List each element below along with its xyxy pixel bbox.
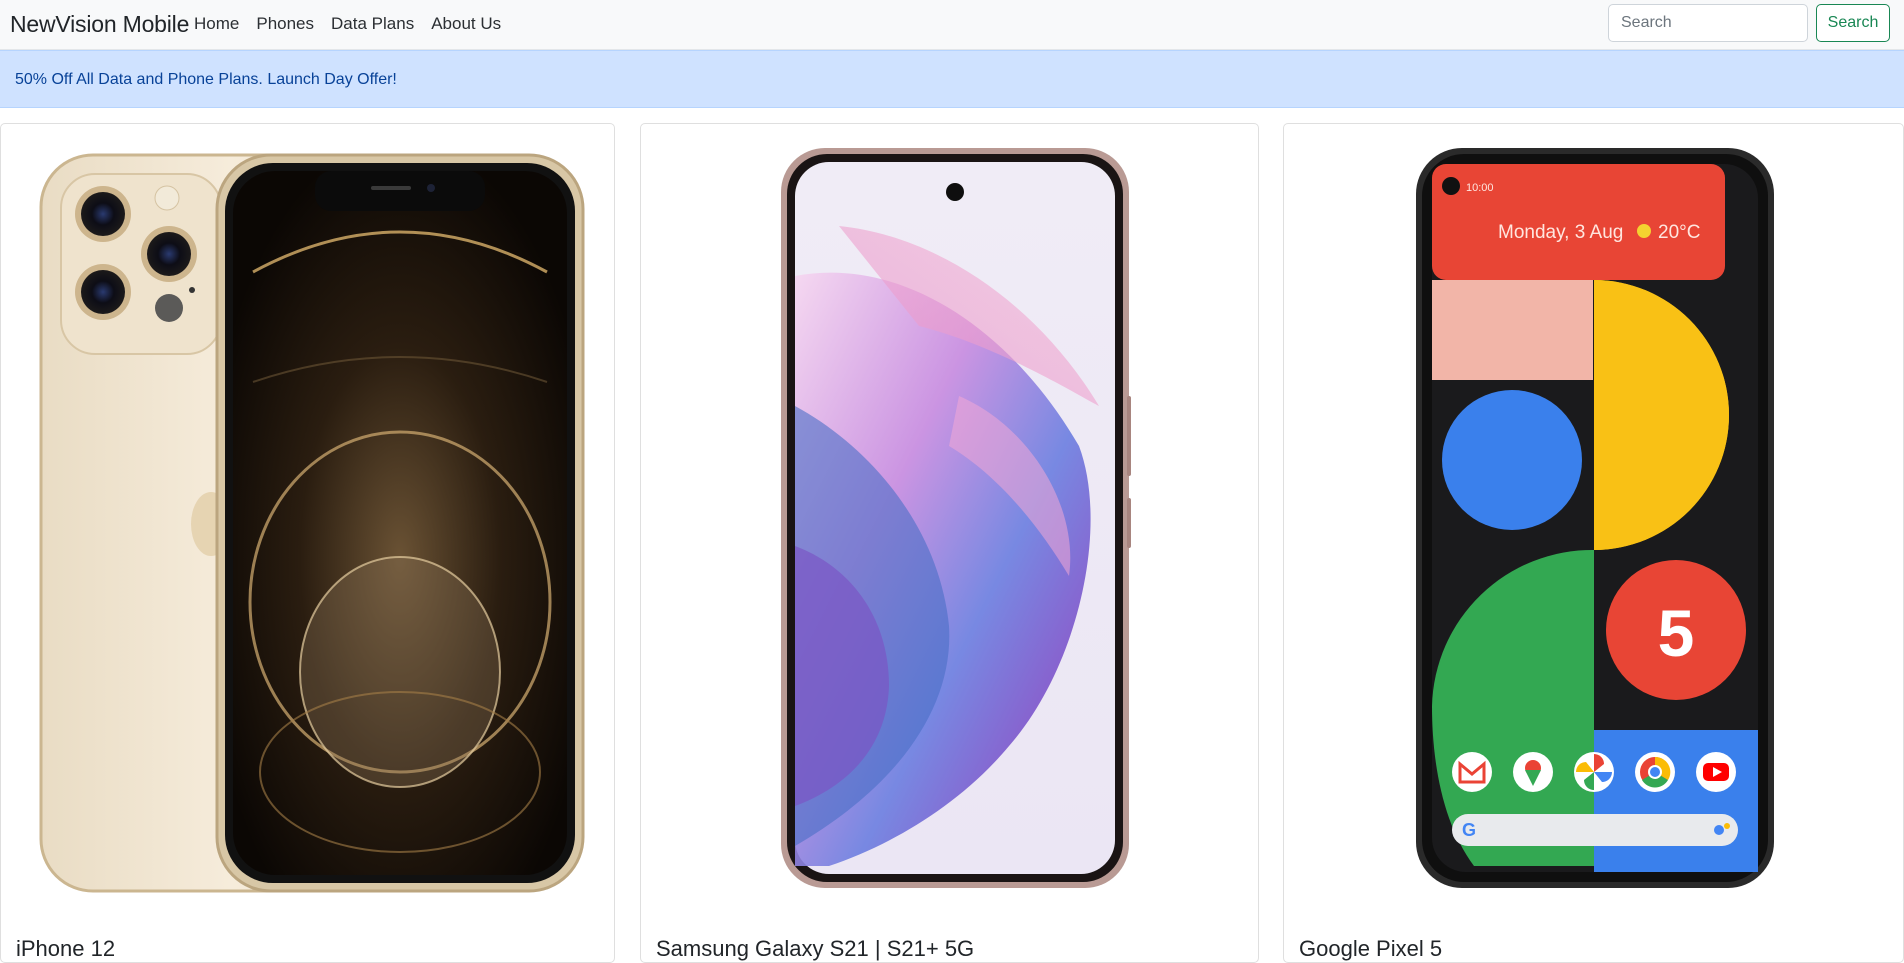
nav-link-home[interactable]: Home: [194, 14, 239, 34]
phone-title[interactable]: iPhone 12: [16, 936, 115, 962]
phone-title[interactable]: Samsung Galaxy S21 | S21+ 5G: [656, 936, 974, 962]
brand-logo[interactable]: NewVision Mobile: [10, 11, 189, 38]
samsung-galaxy-s21-image[interactable]: [779, 146, 1131, 890]
nav-link-about-us[interactable]: About Us: [431, 14, 501, 34]
iphone-12-image[interactable]: [39, 152, 585, 894]
svg-text:G: G: [1462, 820, 1476, 840]
screen-temp: 20°C: [1658, 222, 1700, 243]
pixel-badge: 5: [1658, 596, 1695, 670]
navbar: NewVision Mobile Home Phones Data Plans …: [0, 0, 1904, 50]
status-time: 10:00: [1466, 182, 1494, 194]
phone-card-iphone[interactable]: iPhone 12: [0, 123, 615, 963]
nav-link-phones[interactable]: Phones: [256, 14, 314, 34]
phone-card-pixel[interactable]: 10:00 Monday, 3 Aug 20°C 5 G Google Pixe…: [1283, 123, 1904, 963]
search-button[interactable]: Search: [1816, 4, 1890, 42]
promo-alert: 50% Off All Data and Phone Plans. Launch…: [0, 50, 1904, 108]
nav-links: Home Phones Data Plans About Us: [194, 14, 518, 34]
phone-card-samsung[interactable]: Samsung Galaxy S21 | S21+ 5G: [640, 123, 1259, 963]
phone-title[interactable]: Google Pixel 5: [1299, 936, 1442, 962]
nav-link-data-plans[interactable]: Data Plans: [331, 14, 414, 34]
google-pixel-5-image[interactable]: 10:00 Monday, 3 Aug 20°C 5 G: [1414, 146, 1776, 890]
screen-date: Monday, 3 Aug: [1498, 222, 1623, 243]
search-input[interactable]: [1608, 4, 1808, 42]
